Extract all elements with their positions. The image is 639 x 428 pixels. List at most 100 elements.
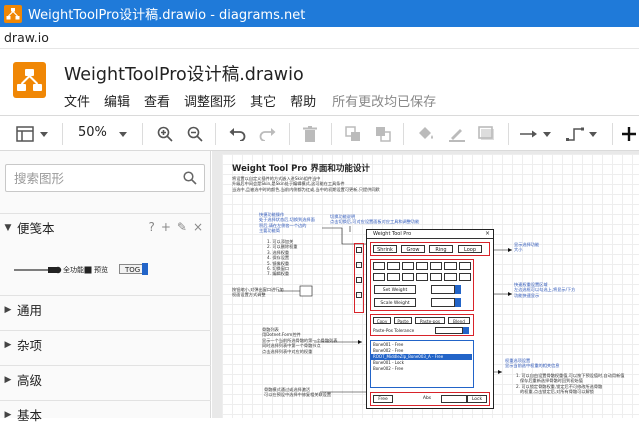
tool-slot[interactable] — [356, 262, 362, 268]
to-back-icon — [376, 127, 391, 142]
scale-weight-spinner[interactable] — [431, 298, 455, 307]
to-back-button[interactable] — [375, 124, 391, 144]
menu-file[interactable]: 文件 — [64, 91, 90, 110]
weight-preset-button[interactable] — [387, 262, 400, 270]
weight-preset-button[interactable] — [458, 262, 471, 270]
weight-preset-button[interactable] — [415, 273, 429, 281]
redo-button[interactable] — [259, 124, 276, 144]
scratchpad-item-full[interactable]: 全功能 — [63, 265, 84, 275]
loop-button[interactable]: Loop — [458, 245, 482, 253]
weight-preset-button[interactable] — [430, 262, 443, 270]
weight-preset-row — [373, 262, 471, 270]
expanded-arrow-icon: ▼ — [4, 222, 12, 233]
toolbar-divider — [508, 123, 509, 145]
close-icon[interactable]: × — [485, 230, 490, 237]
window-title-bar: WeightToolPro设计稿.drawio - diagrams.net — [0, 0, 639, 27]
weight-preset-button[interactable] — [373, 262, 386, 270]
menu-help[interactable]: 帮助 — [290, 91, 316, 110]
connection-button[interactable] — [520, 124, 551, 144]
weight-preset-button[interactable] — [430, 273, 443, 281]
undo-button[interactable] — [229, 124, 246, 144]
waypoints-button[interactable] — [566, 124, 597, 144]
scale-weight-button[interactable]: Scale Weight — [374, 298, 416, 307]
address-bar: draw.io — [0, 27, 639, 49]
spinner-arrows-icon[interactable] — [455, 285, 461, 294]
weight-preset-button[interactable] — [401, 273, 414, 281]
tool-slot[interactable] — [356, 277, 362, 283]
zoom-in-button[interactable] — [157, 124, 173, 144]
to-front-button[interactable] — [345, 124, 361, 144]
weight-preset-button[interactable] — [458, 273, 471, 281]
spinner-arrows-icon[interactable] — [455, 298, 461, 307]
shape-sidebar: ▼ 便笺本 ? + ✎ × 全功能 预览 TOG ▶ 通用 ▶ 杂项 — [0, 151, 211, 423]
app-header: WeightToolPro设计稿.drawio 文件 编辑 查看 调整图形 其它… — [0, 49, 639, 115]
menu-view[interactable]: 查看 — [144, 91, 170, 110]
shadow-button[interactable] — [478, 124, 496, 144]
menu-edit[interactable]: 编辑 — [104, 91, 130, 110]
search-input[interactable] — [6, 165, 176, 191]
toolbar-divider — [331, 123, 332, 145]
save-status[interactable]: 所有更改均已保存 — [332, 91, 436, 110]
section-general[interactable]: ▶ 通用 — [0, 295, 211, 323]
line-color-button[interactable] — [448, 124, 466, 144]
fill-color-button[interactable] — [417, 124, 435, 144]
bone-list[interactable]: Bone001 - Free Bone002 - Free ROOT_Middl… — [370, 340, 474, 388]
section-basic[interactable]: ▶ 基本 — [0, 400, 211, 428]
list-item[interactable]: Bone002 - Free — [373, 366, 403, 372]
set-weight-button[interactable]: Set Weight — [374, 285, 416, 294]
section-advanced[interactable]: ▶ 高级 — [0, 365, 211, 393]
paste-button[interactable]: Paste — [394, 317, 412, 324]
grow-button[interactable]: Grow — [401, 245, 425, 253]
menu-extras[interactable]: 其它 — [250, 91, 276, 110]
delete-button[interactable] — [303, 124, 317, 144]
paste-pos-button[interactable]: Paste-pos — [415, 317, 445, 324]
chevron-down-icon — [543, 131, 551, 137]
section-scratchpad[interactable]: ▼ 便笺本 ? + ✎ × — [0, 213, 211, 241]
weight-preset-button[interactable] — [444, 273, 457, 281]
help-icon[interactable]: ? — [148, 220, 154, 234]
insert-button[interactable] — [622, 124, 636, 144]
drawio-logo[interactable] — [13, 62, 46, 98]
menu-arrange[interactable]: 调整图形 — [184, 91, 236, 110]
free-button[interactable]: Free — [373, 395, 393, 403]
diagram-page[interactable]: Weight Tool Pro 界面和功能设计 将设置以自定义插件的方式嵌入进S… — [222, 154, 639, 418]
document-title[interactable]: WeightToolPro设计稿.drawio — [64, 61, 304, 86]
toggle-label: TOG — [125, 266, 141, 274]
weight-preset-button[interactable] — [444, 262, 457, 270]
weight-preset-button[interactable] — [387, 273, 400, 281]
tolerance-spinner[interactable] — [435, 327, 463, 334]
toolbar-divider — [403, 123, 404, 145]
blend-button[interactable]: Blend — [448, 317, 470, 324]
set-weight-spinner[interactable] — [431, 285, 455, 294]
spinner-arrows-icon[interactable] — [463, 327, 469, 334]
search-icon[interactable] — [183, 171, 197, 185]
close-icon[interactable]: × — [193, 220, 203, 234]
add-icon[interactable]: + — [161, 220, 171, 234]
copy-button[interactable]: Copy — [373, 317, 391, 324]
waypoints-icon — [566, 127, 584, 141]
zoom-level[interactable]: 50% — [78, 125, 107, 140]
scratchpad-item-preview[interactable]: 预览 — [94, 265, 108, 275]
section-misc[interactable]: ▶ 杂项 — [0, 330, 211, 358]
edit-icon[interactable]: ✎ — [177, 220, 187, 234]
shrink-button[interactable]: Shrink — [373, 245, 397, 253]
tool-slot[interactable] — [356, 247, 362, 253]
chevron-down-icon — [119, 131, 127, 137]
page-view-button[interactable] — [16, 124, 48, 144]
lock-button[interactable]: Lock — [467, 395, 487, 403]
chevron-down-icon — [589, 131, 597, 137]
zoom-out-button[interactable] — [187, 124, 203, 144]
ring-button[interactable]: Ring — [429, 245, 453, 253]
weight-tool-panel[interactable]: Weight Tool Pro × Shrink Grow Ring Loop — [354, 229, 494, 409]
abs-spinner[interactable] — [441, 395, 467, 403]
tool-slot[interactable] — [356, 292, 362, 298]
scratchpad-item-line[interactable] — [14, 265, 58, 275]
drawio-logo-icon — [17, 69, 42, 91]
radio-icon — [54, 266, 62, 274]
weight-preset-button[interactable] — [415, 262, 429, 270]
diagram-canvas[interactable]: Weight Tool Pro 界面和功能设计 将设置以自定义插件的方式嵌入进S… — [212, 151, 639, 418]
toolbar-divider — [215, 123, 216, 145]
weight-preset-button[interactable] — [373, 273, 386, 281]
weight-preset-button[interactable] — [401, 262, 414, 270]
zoom-dropdown[interactable] — [119, 124, 127, 144]
